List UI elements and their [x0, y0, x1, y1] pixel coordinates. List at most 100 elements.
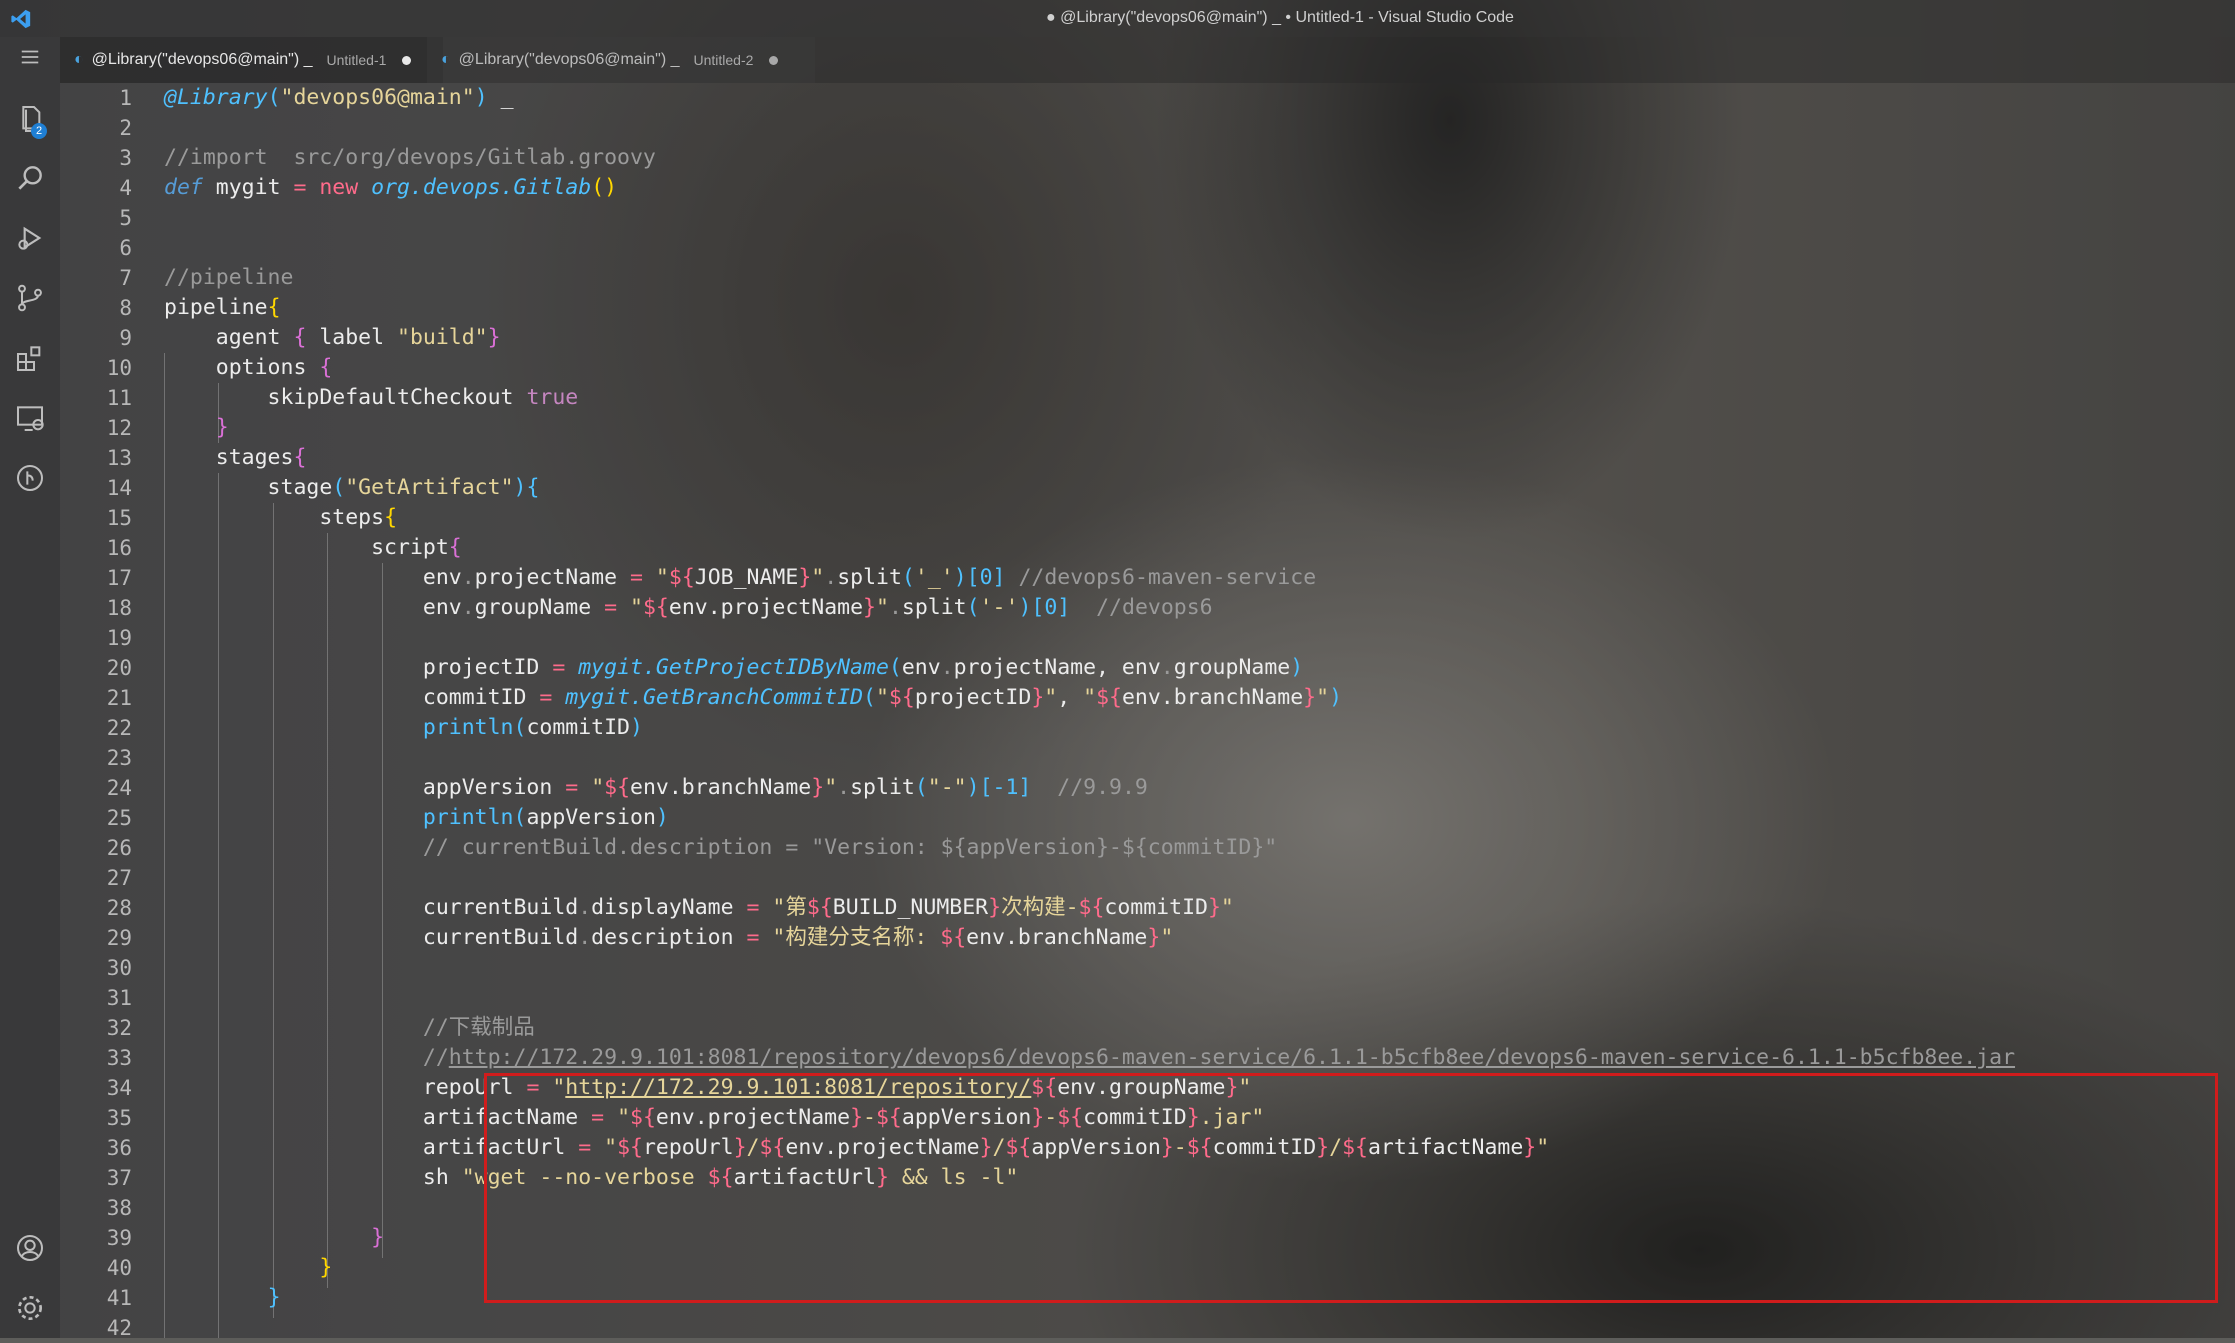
account-icon[interactable] — [0, 1220, 60, 1276]
code-line[interactable]: //pipeline — [164, 263, 293, 293]
code-token: " — [875, 685, 889, 710]
code-token: JOB_NAME — [694, 565, 799, 590]
tab-untitled-2[interactable]: ◐ @Library("devops06@main") _ Untitled-2 — [427, 37, 815, 83]
code-token: env — [164, 565, 462, 590]
line-number: 9 — [119, 326, 132, 350]
line-number: 27 — [106, 866, 132, 890]
remote-explorer-icon[interactable] — [0, 390, 60, 446]
code-token: } — [487, 325, 501, 350]
code-line[interactable]: env.groupName = "${env.projectName}".spl… — [164, 593, 1213, 623]
code-line[interactable]: println(appVersion) — [164, 803, 669, 833]
code-token: { — [384, 505, 398, 530]
code-token: groupName — [474, 595, 605, 620]
line-number: 1 — [119, 86, 132, 110]
search-icon[interactable] — [0, 150, 60, 206]
tab-sublabel: Untitled-1 — [326, 52, 387, 68]
code-token: '_' — [914, 565, 954, 590]
code-line[interactable]: } — [164, 1223, 384, 1253]
line-number: 24 — [106, 776, 132, 800]
code-token: ${ — [1096, 685, 1122, 710]
code-line[interactable]: } — [164, 413, 229, 443]
menu-icon[interactable] — [0, 40, 60, 74]
unsaved-dot-icon[interactable] — [402, 55, 412, 65]
line-number: 8 — [119, 296, 132, 320]
code-token: ( — [888, 655, 902, 680]
code-token: "构建分支名称: — [772, 925, 941, 950]
code-line[interactable]: //http://172.29.9.101:8081/repository/de… — [164, 1043, 2015, 1073]
code-line[interactable]: @Library("devops06@main") _ — [164, 83, 514, 113]
line-number-gutter: 1 2 3 4 5 6 7 8 9 10 11 12 13 14 15 16 17 18 19 20 21 22 23 24 2… — [60, 83, 140, 1340]
code-line[interactable]: currentBuild.displayName = "第${BUILD_NUM… — [164, 893, 1234, 923]
line-number: 30 — [106, 956, 132, 980]
line-number: 21 — [106, 686, 132, 710]
code-line[interactable]: steps{ — [164, 503, 397, 533]
code-token: mygit — [202, 175, 294, 200]
code-token: } — [1147, 925, 1161, 950]
code-token: commitID — [164, 685, 540, 710]
code-token: " — [591, 775, 605, 800]
unsaved-dot-icon[interactable] — [769, 55, 779, 65]
code-token: ( — [513, 805, 527, 830]
code-line[interactable]: currentBuild.description = "构建分支名称: ${en… — [164, 923, 1173, 953]
code-token: split — [901, 595, 967, 620]
code-token: " — [1316, 685, 1330, 710]
code-token: ( — [863, 685, 876, 710]
code-token: " — [811, 565, 825, 590]
code-token: } — [1303, 685, 1317, 710]
code-line[interactable]: commitID = mygit.GetBranchCommitID("${pr… — [164, 683, 1342, 713]
line-number: 25 — [106, 806, 132, 830]
code-token: displayName — [591, 895, 747, 920]
code-line[interactable]: //下载制品 — [164, 1013, 535, 1043]
code-token: } — [319, 1255, 333, 1280]
code-line[interactable]: def mygit = new org.devops.Gitlab() — [164, 173, 617, 203]
code-line[interactable]: skipDefaultCheckout true — [164, 383, 579, 413]
code-token: ( — [332, 475, 346, 500]
code-token: } — [1207, 895, 1221, 920]
code-token: ( — [267, 85, 281, 110]
code-token: { — [319, 355, 333, 380]
run-debug-icon[interactable] — [0, 210, 60, 266]
code-line[interactable]: } — [164, 1283, 281, 1313]
code-line[interactable]: println(commitID) — [164, 713, 643, 743]
code-line[interactable]: agent { label "build"} — [164, 323, 501, 353]
code-line[interactable]: pipeline{ — [164, 293, 281, 323]
code-line[interactable]: // currentBuild.description = "Version: … — [164, 833, 1277, 863]
code-line[interactable]: } — [164, 1253, 332, 1283]
code-line[interactable]: options { — [164, 353, 333, 383]
tab-untitled-1[interactable]: ◐ @Library("devops06@main") _ Untitled-1 — [60, 37, 443, 83]
editor-tab-bar: ◐ @Library("devops06@main") _ Untitled-1… — [60, 37, 2235, 83]
code-token: ( — [914, 775, 928, 800]
code-token: currentBuild — [164, 895, 579, 920]
line-number: 16 — [106, 536, 132, 560]
line-number: 13 — [106, 446, 132, 470]
code-line[interactable]: projectID = mygit.GetProjectIDByName(env… — [164, 653, 1303, 683]
code-line[interactable]: stage("GetArtifact"){ — [164, 473, 540, 503]
gitlens-icon[interactable] — [0, 450, 60, 506]
extensions-icon[interactable] — [0, 330, 60, 386]
files-icon[interactable]: 2 — [0, 91, 60, 147]
code-token: env — [164, 595, 462, 620]
code-line[interactable]: script{ — [164, 533, 462, 563]
highlight-annotation-box — [484, 1073, 2218, 1303]
code-token: . — [578, 895, 592, 920]
code-line[interactable]: stages{ — [164, 443, 307, 473]
code-line[interactable]: appVersion = "${env.branchName}".split("… — [164, 773, 1148, 803]
code-token: } — [798, 565, 812, 590]
window-title: ● @Library("devops06@main") _ • Untitled… — [1046, 9, 1514, 26]
code-token: } — [371, 1225, 385, 1250]
line-number: 33 — [106, 1046, 132, 1070]
code-token: } — [1031, 685, 1045, 710]
code-token: steps — [164, 505, 385, 530]
settings-gear-icon[interactable] — [0, 1280, 60, 1336]
code-token: agent — [164, 325, 294, 350]
code-line[interactable]: //import src/org/devops/Gitlab.groovy — [164, 143, 656, 173]
code-token: "build" — [397, 325, 488, 350]
code-line[interactable]: env.projectName = "${JOB_NAME}".split('_… — [164, 563, 1316, 593]
source-control-icon[interactable] — [0, 270, 60, 326]
code-editor[interactable]: 1 2 3 4 5 6 7 8 9 10 11 12 13 14 15 16 17 18 19 20 21 22 23 24 2… — [60, 83, 2235, 1340]
code-token: ) — [474, 85, 488, 110]
